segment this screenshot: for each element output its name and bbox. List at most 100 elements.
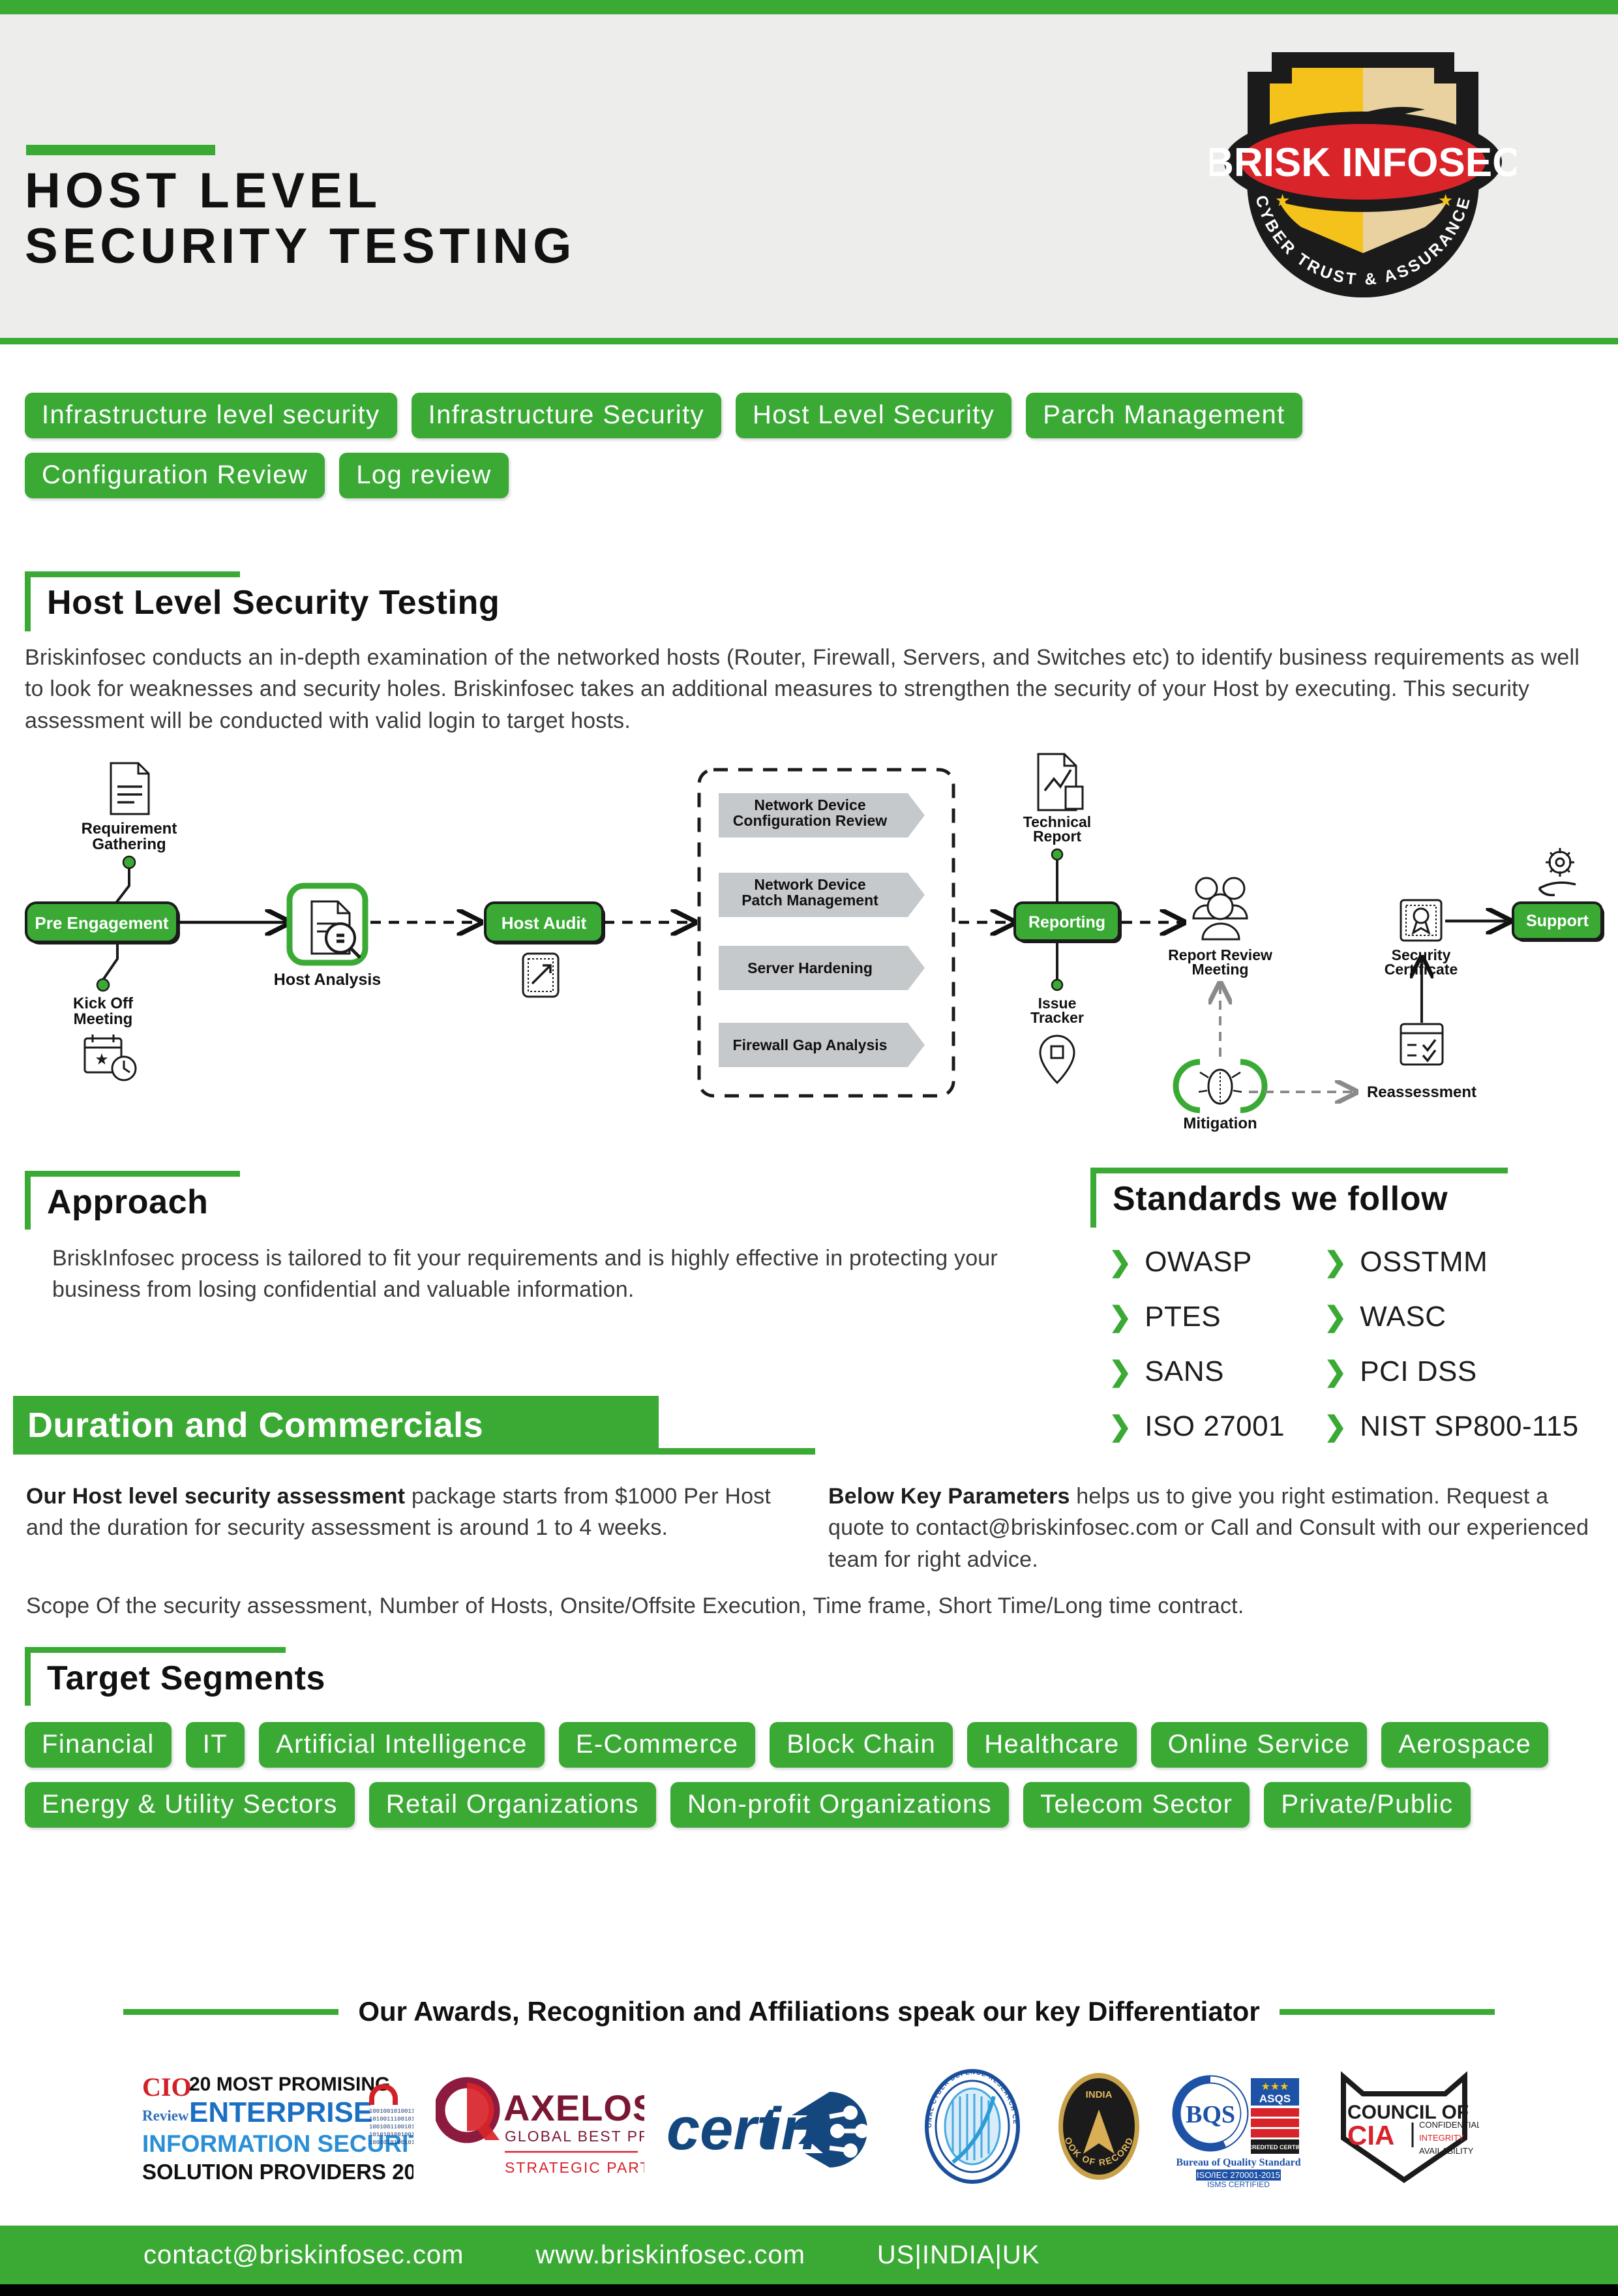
awards-rule-right	[1279, 2008, 1495, 2015]
standard-item-label: PCI DSS	[1360, 1355, 1477, 1387]
awards-title-row: Our Awards, Recognition and Affiliations…	[0, 1996, 1618, 2027]
target-segment-tag-10[interactable]: Non-profit Organizations	[670, 1782, 1010, 1828]
target-segments-heading-text: Target Segments	[47, 1659, 326, 1697]
target-segment-tag-12[interactable]: Private/Public	[1264, 1782, 1471, 1828]
security-certificate-label-2: Certificate	[1385, 961, 1458, 978]
target-segment-tag-5[interactable]: Healthcare	[967, 1722, 1137, 1768]
logo-star-right: ★	[1438, 190, 1453, 210]
kick-off-label-2: Meeting	[74, 1010, 133, 1028]
intro-heading-text: Host Level Security Testing	[47, 584, 500, 622]
intro-heading: Host Level Security Testing	[25, 571, 500, 631]
target-segment-tag-2[interactable]: Artificial Intelligence	[259, 1722, 545, 1768]
duration-scope-line: Scope Of the security assessment, Number…	[26, 1594, 1244, 1618]
bqs-bureau-text: Bureau of Quality Standard	[1176, 2157, 1300, 2168]
target-segment-tag-9[interactable]: Retail Organizations	[368, 1782, 656, 1828]
service-tag-0[interactable]: Infrastructure level security	[25, 393, 397, 438]
duration-left-paragraph: Our Host level security assessment packa…	[26, 1481, 776, 1544]
bqs-isms-text: ISMS CERTIFIED	[1207, 2180, 1270, 2187]
footer-regions: US|INDIA|UK	[876, 2240, 1040, 2269]
requirement-gathering-label-2: Gathering	[92, 836, 166, 853]
heading-bracket-horizontal	[1090, 1168, 1508, 1173]
node-reporting-label: Reporting	[1028, 913, 1105, 931]
page-title: HOST LEVEL SECURITY TESTING	[25, 163, 576, 274]
top-accent-bar	[0, 0, 1618, 14]
cio-review-cio-text: CIO	[142, 2072, 192, 2102]
requirement-gathering-label-1: Requirement	[82, 820, 177, 838]
title-accent-bar	[26, 145, 215, 155]
heading-bracket-vertical	[25, 571, 31, 631]
approach-paragraph: BriskInfosec process is tailored to fit …	[52, 1246, 998, 1303]
axelos-wordmark: AXELOS	[503, 2087, 644, 2128]
report-review-meeting-label-2: Meeting	[1192, 961, 1249, 978]
issue-tracker-label-2: Tracker	[1030, 1009, 1084, 1026]
service-tag-1[interactable]: Infrastructure Security	[411, 393, 722, 438]
audit-item-firewall-gap-analysis: Firewall Gap Analysis	[719, 1023, 925, 1067]
audit-item-label-3: Server Hardening	[747, 959, 873, 976]
infographic-page: HOST LEVEL SECURITY TESTING BRISK INFOSE…	[0, 0, 1618, 2296]
target-segment-tag-4[interactable]: Block Chain	[770, 1722, 953, 1768]
heading-bracket-horizontal	[25, 1171, 240, 1177]
certin-wordmark-cert: cert	[667, 2096, 779, 2162]
bqs-swirl-icon: BQS	[1172, 2075, 1248, 2151]
footer-bottom-bar	[0, 2284, 1618, 2296]
svg-text:1010101001001: 1010101001001	[369, 2132, 413, 2138]
requirement-gathering-connector-line	[113, 868, 130, 907]
awards-logo-strip: CIO Review 20 MOST PROMISING ENTERPRISE …	[0, 2051, 1618, 2201]
target-segments-heading: Target Segments	[25, 1647, 325, 1706]
svg-text:1001001010011: 1001001010011	[369, 2108, 413, 2115]
audit-item-label-1b: Configuration Review	[733, 812, 888, 829]
chevron-right-icon: ❯	[1109, 1301, 1132, 1332]
standard-item-label: SANS	[1145, 1355, 1225, 1387]
target-segment-tag-6[interactable]: Online Service	[1150, 1722, 1368, 1768]
duration-banner-tail-rule	[659, 1448, 815, 1455]
service-tag-4[interactable]: Configuration Review	[25, 453, 325, 498]
node-support-label: Support	[1526, 912, 1589, 930]
page-title-line-1: HOST LEVEL	[25, 163, 382, 219]
reassessment-label: Reassessment	[1367, 1083, 1476, 1101]
footer-email[interactable]: contact@briskinfosec.com	[143, 2241, 464, 2270]
bqs-red-bars	[1250, 2107, 1299, 2137]
standard-item-6: ❯ ISO 27001	[1109, 1410, 1324, 1443]
target-segment-tag-1[interactable]: IT	[185, 1722, 245, 1768]
standards-list: ❯ OWASP ❯ OSSTMM ❯ PTES ❯ WASC ❯ SANS ❯ PCI DSS ❯ ISO…	[1109, 1246, 1617, 1443]
audit-item-label-4: Firewall Gap Analysis	[733, 1036, 888, 1053]
service-tag-3[interactable]: Parch Management	[1026, 393, 1302, 438]
footer-website[interactable]: www.briskinfosec.com	[535, 2241, 805, 2270]
target-segment-tag-7[interactable]: Aerospace	[1381, 1722, 1549, 1768]
service-tag-5[interactable]: Log review	[339, 453, 509, 498]
svg-text:★: ★	[95, 1051, 109, 1068]
target-segment-tag-11[interactable]: Telecom Sector	[1023, 1782, 1250, 1828]
award-logo-bqs: BQS ★★★ ASQS ACCREDITED CERTIFIED Bureau…	[1172, 2075, 1307, 2187]
standards-heading-text: Standards we follow	[1113, 1180, 1448, 1218]
svg-text:1010011100101: 1010011100101	[369, 2116, 413, 2122]
india-book-label-india: INDIA	[1085, 2089, 1112, 2100]
target-segment-tag-3[interactable]: E-Commerce	[558, 1722, 756, 1768]
service-tag-2[interactable]: Host Level Security	[736, 393, 1012, 438]
service-tag-list: Infrastructure level security Infrastruct…	[25, 393, 1525, 498]
standard-item-label: PTES	[1145, 1301, 1221, 1333]
issue-tracker-connector-dot	[1051, 978, 1064, 991]
kick-off-connector-line	[102, 942, 119, 981]
axelos-tagline: GLOBAL BEST PRACTICE	[505, 2128, 644, 2145]
chevron-right-icon: ❯	[1324, 1246, 1347, 1277]
target-segments-list: Financial IT Artificial Intelligence E-Comm…	[25, 1722, 1557, 1828]
kick-off-connector-dot	[96, 978, 110, 992]
node-host-analysis	[286, 883, 368, 966]
standard-item-label: WASC	[1360, 1301, 1446, 1333]
technical-report-icon	[1037, 753, 1084, 811]
svg-text:1001010100101: 1001010100101	[369, 2139, 413, 2146]
audit-item-label-2a: Network Device	[754, 876, 865, 893]
cio-review-review-text: Review	[142, 2107, 189, 2124]
bqs-wordmark: BQS	[1185, 2101, 1235, 2128]
bqs-accredited-text: ACCREDITED CERTIFIED	[1239, 2144, 1307, 2151]
cio-review-line-providers: SOLUTION PROVIDERS 2018	[142, 2160, 413, 2184]
target-segment-tag-0[interactable]: Financial	[25, 1722, 172, 1768]
technical-report-label-2: Report	[1033, 828, 1081, 845]
service-tag-row: Infrastructure level security Infrastruct…	[25, 393, 1525, 498]
heading-bracket-horizontal	[25, 1647, 286, 1653]
standard-item-label: OWASP	[1145, 1246, 1252, 1278]
heading-bracket-vertical	[25, 1171, 31, 1230]
target-segment-tag-8[interactable]: Energy & Utility Sectors	[25, 1782, 355, 1828]
awards-rule-left	[123, 2008, 339, 2015]
duration-heading-text: Duration and Commercials	[27, 1406, 484, 1445]
